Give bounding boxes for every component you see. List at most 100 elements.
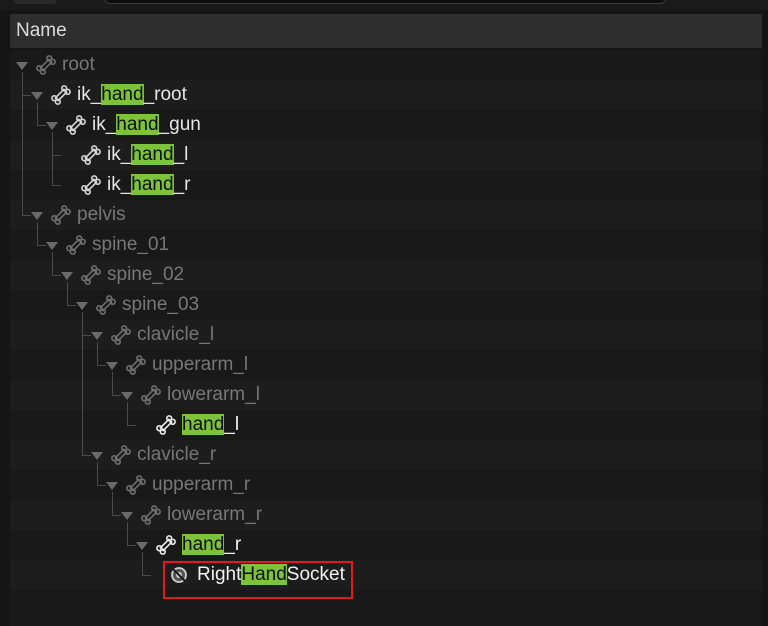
- search-match-highlight: hand: [131, 174, 174, 195]
- bone-icon: [94, 293, 118, 317]
- label-text: spine_01: [92, 234, 170, 255]
- expand-caret-icon[interactable]: [91, 452, 103, 460]
- tree-row[interactable]: [10, 350, 762, 380]
- bone-icon: [49, 203, 73, 227]
- label-text: ik_: [107, 174, 132, 195]
- bone-label[interactable]: spine_02: [107, 263, 184, 287]
- bone-label[interactable]: pelvis: [77, 203, 126, 227]
- tree-guide-line: [127, 402, 128, 425]
- bone-label[interactable]: ik_hand_gun: [92, 113, 201, 137]
- expand-caret-icon[interactable]: [46, 242, 58, 250]
- tree-guide-line: [52, 185, 61, 186]
- label-text: root: [62, 54, 95, 75]
- expand-caret-icon[interactable]: [61, 272, 73, 280]
- bone-label[interactable]: hand_r: [182, 533, 241, 557]
- bone-label[interactable]: ik_hand_r: [107, 173, 190, 197]
- tree-row[interactable]: [10, 560, 762, 590]
- label-text: _gun: [158, 114, 201, 135]
- expand-caret-icon[interactable]: [106, 482, 118, 490]
- label-text: clavicle_l: [137, 324, 215, 345]
- search-input[interactable]: [104, 0, 666, 4]
- tree-guide-line: [52, 275, 61, 276]
- expand-caret-icon[interactable]: [31, 92, 43, 100]
- bone-icon: [79, 143, 103, 167]
- bone-icon: [79, 173, 103, 197]
- tree-guide-line: [112, 372, 113, 395]
- expand-caret-icon[interactable]: [121, 392, 133, 400]
- tree-guide-line: [142, 575, 151, 576]
- tree-row[interactable]: [10, 50, 762, 80]
- expand-caret-icon[interactable]: [91, 332, 103, 340]
- bone-icon: [64, 113, 88, 137]
- bone-label[interactable]: hand_l: [182, 413, 239, 437]
- bone-label[interactable]: upperarm_l: [152, 353, 248, 377]
- search-match-highlight: hand: [101, 84, 144, 105]
- label-text: spine_03: [122, 294, 200, 315]
- bone-icon: [139, 383, 163, 407]
- tree-guide-line: [82, 455, 91, 456]
- tree-guide-line: [97, 365, 106, 366]
- bone-label[interactable]: root: [62, 53, 95, 77]
- tree-row[interactable]: [10, 530, 762, 560]
- bone-label[interactable]: spine_01: [92, 233, 169, 257]
- tree-guide-line: [97, 342, 98, 365]
- bone-label[interactable]: ik_hand_root: [77, 83, 187, 107]
- top-toolbar: [0, 0, 768, 10]
- bone-icon: [139, 503, 163, 527]
- bone-icon: [109, 443, 133, 467]
- label-text: _l: [224, 414, 240, 435]
- label-text: lowerarm_r: [167, 504, 263, 525]
- search-match-highlight: hand: [182, 534, 225, 555]
- tree-guide-line: [97, 462, 98, 485]
- tree-guide-line: [22, 215, 31, 216]
- label-text: _root: [143, 84, 187, 105]
- tree-guide-line: [37, 245, 46, 246]
- bone-icon: [49, 83, 73, 107]
- expand-caret-icon[interactable]: [46, 122, 58, 130]
- bone-icon: [154, 413, 178, 437]
- tree-guide-line: [37, 125, 46, 126]
- tree-guide-line: [52, 155, 61, 156]
- label-text: ik_: [92, 114, 117, 135]
- search-match-highlight: hand: [182, 414, 225, 435]
- expand-caret-icon[interactable]: [31, 212, 43, 220]
- bone-label[interactable]: clavicle_l: [137, 323, 214, 347]
- tree-guide-line: [97, 485, 106, 486]
- name-column-header[interactable]: Name: [10, 14, 762, 48]
- expand-caret-icon[interactable]: [76, 302, 88, 310]
- tree-guide-line: [112, 515, 121, 516]
- expand-caret-icon[interactable]: [121, 512, 133, 520]
- bone-label[interactable]: lowerarm_r: [167, 503, 262, 527]
- bone-icon: [34, 53, 58, 77]
- bone-label[interactable]: lowerarm_l: [167, 383, 260, 407]
- label-text: ik_: [77, 84, 102, 105]
- bone-label[interactable]: upperarm_r: [152, 473, 250, 497]
- tree-guide-line: [127, 522, 128, 545]
- label-text: ik_: [107, 144, 132, 165]
- expand-caret-icon[interactable]: [16, 62, 28, 70]
- tree-row[interactable]: [10, 410, 762, 440]
- bone-icon: [64, 233, 88, 257]
- bone-label[interactable]: ik_hand_l: [107, 143, 188, 167]
- bone-label[interactable]: clavicle_r: [137, 443, 216, 467]
- tree-guide-line: [37, 102, 38, 125]
- toolbar-tab[interactable]: [14, 0, 56, 4]
- tree-row[interactable]: [10, 470, 762, 500]
- tree-guide-line: [82, 312, 83, 455]
- label-text: lowerarm_l: [167, 384, 260, 405]
- tree-guide-line: [67, 305, 76, 306]
- label-text: _r: [173, 174, 191, 195]
- tree-guide-line: [112, 395, 121, 396]
- search-match-highlight: hand: [116, 114, 159, 135]
- search-match-highlight: hand: [131, 144, 174, 165]
- expand-caret-icon[interactable]: [106, 362, 118, 370]
- tree-guide-line: [142, 552, 143, 575]
- bone-icon: [124, 353, 148, 377]
- bone-icon: [124, 473, 148, 497]
- tree-guide-line: [67, 282, 68, 305]
- label-text: clavicle_r: [137, 444, 217, 465]
- label-text: pelvis: [77, 204, 126, 225]
- expand-caret-icon[interactable]: [136, 542, 148, 550]
- bone-label[interactable]: spine_03: [122, 293, 199, 317]
- bone-icon: [154, 533, 178, 557]
